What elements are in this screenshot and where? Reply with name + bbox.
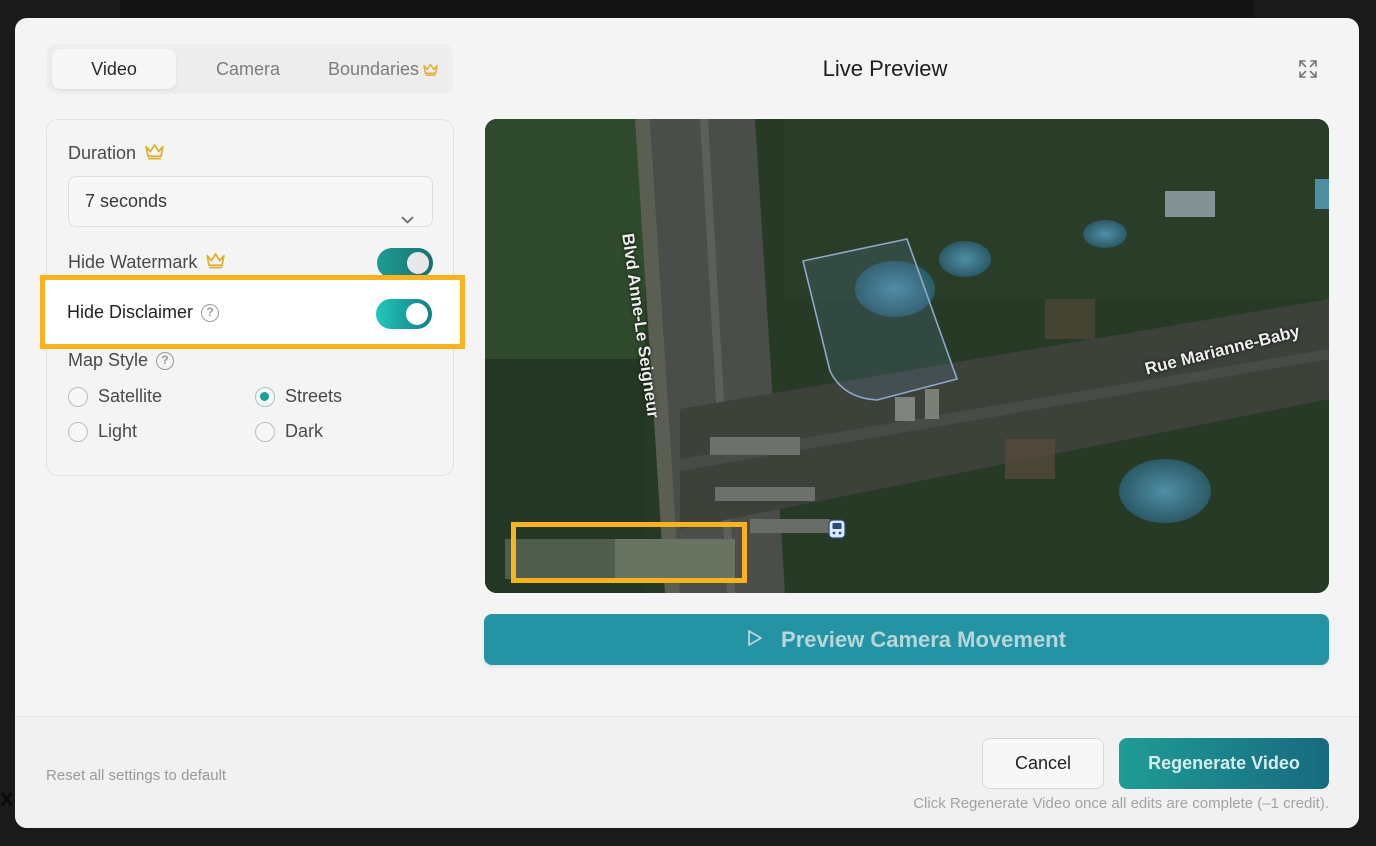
tab-video[interactable]: Video <box>52 49 176 89</box>
radio-label-streets: Streets <box>285 386 343 406</box>
hide-watermark-toggle[interactable] <box>377 248 433 278</box>
radio-satellite[interactable] <box>68 387 88 407</box>
toggle-knob <box>406 303 428 325</box>
tab-label: Video <box>91 59 137 79</box>
crown-icon <box>145 143 164 165</box>
bus-stop-icon <box>828 519 846 544</box>
hide-disclaimer-label: Hide Disclaimer? <box>67 302 220 323</box>
tab-boundaries[interactable]: Boundaries <box>317 49 449 89</box>
settings-tabs: Video Camera Boundaries <box>47 44 453 94</box>
map-style-label-text: Map Style <box>68 350 149 370</box>
radio-label-satellite: Satellite <box>98 386 163 406</box>
hide-disclaimer-row: Hide Disclaimer? <box>40 275 465 349</box>
hide-watermark-label: Hide Watermark <box>68 252 226 274</box>
regenerate-video-button[interactable]: Regenerate Video <box>1119 738 1329 789</box>
map-style-label: Map Style? <box>68 350 175 371</box>
edit-video-modal: Video Camera Boundaries Duration 7 secon… <box>15 18 1359 828</box>
radio-streets[interactable] <box>255 387 275 407</box>
duration-value: 7 seconds <box>85 191 168 211</box>
radio-label-light: Light <box>98 421 138 441</box>
preview-camera-movement-button[interactable]: Preview Camera Movement <box>484 614 1329 665</box>
background-window-strip <box>120 0 1254 18</box>
chevron-down-icon <box>401 195 414 244</box>
hide-watermark-label-text: Hide Watermark <box>68 252 198 272</box>
expand-icon[interactable] <box>1298 59 1318 84</box>
cancel-button[interactable]: Cancel <box>982 738 1104 789</box>
reset-settings-link[interactable]: Reset all settings to default <box>46 767 226 784</box>
help-icon[interactable]: ? <box>156 352 175 371</box>
modal-footer: Reset all settings to default Cancel Reg… <box>15 716 1359 828</box>
crown-icon <box>206 252 226 274</box>
disclaimer-area-highlight <box>511 522 747 583</box>
hide-disclaimer-label-text: Hide Disclaimer <box>67 302 194 322</box>
tab-label: Boundaries <box>327 59 420 79</box>
tab-camera[interactable]: Camera <box>181 49 315 89</box>
regenerate-note: Click Regenerate Video once all edits ar… <box>913 795 1329 812</box>
radio-light[interactable] <box>68 422 88 442</box>
radio-label-dark: Dark <box>285 421 324 441</box>
live-preview-title: Live Preview <box>822 56 948 81</box>
hide-disclaimer-toggle[interactable] <box>376 299 432 329</box>
duration-label-text: Duration <box>68 143 137 163</box>
tab-label: Camera <box>215 59 281 79</box>
play-icon <box>747 614 763 665</box>
toggle-knob <box>407 252 429 274</box>
help-icon[interactable]: ? <box>201 304 220 323</box>
duration-label: Duration <box>68 143 164 165</box>
radio-dark[interactable] <box>255 422 275 442</box>
crown-icon <box>423 50 438 90</box>
preview-button-label: Preview Camera Movement <box>781 627 1066 652</box>
duration-select[interactable]: 7 seconds <box>68 176 433 227</box>
